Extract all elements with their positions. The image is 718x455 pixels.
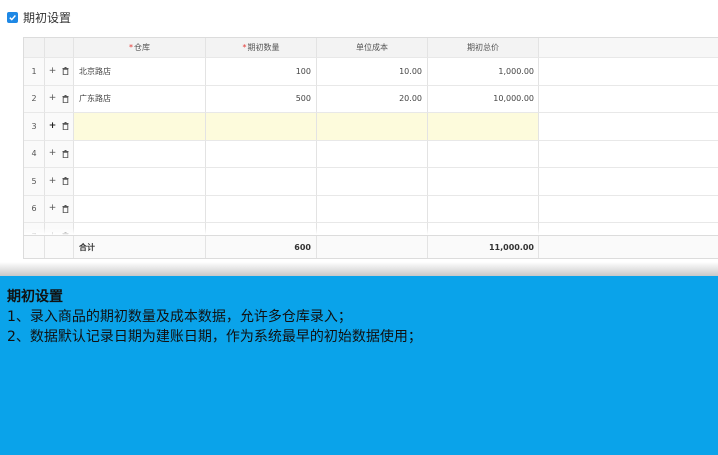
opening-total-cell[interactable]: 1,000.00 (428, 58, 539, 86)
row-actions: + (45, 85, 74, 113)
table-row[interactable]: 2 + 广东路店 500 20.00 10,000.00 (24, 85, 718, 113)
warehouse-cell[interactable] (74, 113, 206, 141)
row-number: 3 (24, 113, 45, 141)
row-filler (539, 86, 718, 113)
header-unit-cost[interactable]: 单位成本 (317, 38, 428, 58)
opening-qty-cell[interactable]: 100 (206, 58, 317, 86)
trash-icon[interactable] (62, 94, 69, 103)
unit-cost-cell[interactable] (317, 113, 428, 141)
row-filler (539, 168, 718, 196)
header-row-number (24, 38, 45, 58)
unit-cost-cell[interactable]: 10.00 (317, 58, 428, 86)
footer-actions (45, 236, 74, 258)
header-warehouse[interactable]: * 仓库 (74, 38, 206, 58)
add-row-icon[interactable]: + (49, 66, 57, 76)
opening-qty-cell[interactable] (206, 113, 317, 141)
panel-title: 期初设置 (23, 10, 72, 25)
footer-label: 合计 (74, 236, 206, 258)
required-mark: * (242, 43, 247, 52)
opening-total-cell[interactable] (428, 113, 539, 141)
row-filler (539, 141, 718, 168)
footer-qty-sum: 600 (206, 236, 317, 258)
footer-total-sum: 11,000.00 (428, 236, 539, 258)
row-actions: + (45, 113, 74, 141)
header-filler (539, 38, 718, 58)
opening-qty-cell[interactable] (206, 168, 317, 196)
opening-total-cell[interactable] (428, 195, 539, 223)
row-number: 1 (24, 58, 45, 86)
footer-filler (539, 236, 718, 258)
table-row[interactable]: 6 + (24, 195, 718, 223)
panel-header: 期初设置 (7, 8, 71, 26)
row-actions: + (45, 58, 74, 86)
row-filler (539, 58, 718, 86)
table-row[interactable]: 4 + (24, 140, 718, 168)
row-filler (539, 196, 718, 223)
opening-balance-grid: * 仓库 * 期初数量 单位成本 期初总价 1 + 北京路店 100 10.00 1,000.… (23, 37, 718, 259)
opening-total-cell[interactable] (428, 140, 539, 168)
add-row-icon[interactable]: + (49, 149, 57, 158)
description-line-1: 1、录入商品的期初数量及成本数据，允许多仓库录入； (7, 309, 352, 325)
opening-total-cell[interactable]: 10,000.00 (428, 85, 539, 113)
trash-icon[interactable] (62, 149, 69, 158)
add-row-icon[interactable]: + (49, 204, 57, 213)
trash-icon[interactable] (62, 177, 69, 186)
trash-icon[interactable] (62, 122, 69, 131)
description-title: 期初设置 (7, 289, 63, 305)
add-row-icon[interactable]: + (49, 176, 57, 186)
required-mark: * (129, 43, 133, 52)
add-row-icon[interactable]: + (49, 121, 57, 131)
grid-footer: 合计 600 11,000.00 (24, 235, 718, 258)
warehouse-cell[interactable]: 北京路店 (74, 58, 206, 86)
footer-unit-cost (317, 236, 428, 258)
trash-icon[interactable] (62, 204, 69, 213)
header-opening-total[interactable]: 期初总价 (428, 38, 539, 58)
row-actions: + (45, 195, 74, 223)
check-icon (9, 14, 16, 21)
opening-total-cell[interactable] (428, 168, 539, 196)
table-row[interactable]: 5 + (24, 168, 718, 196)
row-number: 5 (24, 168, 45, 196)
table-row[interactable]: 3 + (24, 113, 718, 141)
header-opening-qty[interactable]: * 期初数量 (206, 38, 317, 58)
header-actions (45, 38, 74, 58)
unit-cost-cell[interactable]: 20.00 (317, 85, 428, 113)
add-row-icon[interactable]: + (49, 94, 57, 103)
panel-shadow (0, 262, 718, 276)
row-filler (539, 113, 718, 141)
unit-cost-cell[interactable] (317, 140, 428, 168)
warehouse-cell[interactable] (74, 140, 206, 168)
warehouse-cell[interactable]: 广东路店 (74, 85, 206, 113)
row-number: 6 (24, 195, 45, 223)
footer-row-number (24, 236, 45, 258)
row-number: 2 (24, 85, 45, 113)
warehouse-cell[interactable] (74, 168, 206, 196)
opening-qty-cell[interactable] (206, 195, 317, 223)
opening-settings-checkbox[interactable] (7, 11, 18, 23)
unit-cost-cell[interactable] (317, 168, 428, 196)
row-actions: + (45, 168, 74, 196)
trash-icon[interactable] (62, 67, 69, 76)
description-line-2: 2、数据默认记录日期为建账日期，作为系统最早的初始数据使用； (7, 329, 422, 345)
opening-qty-cell[interactable] (206, 140, 317, 168)
opening-qty-cell[interactable]: 500 (206, 85, 317, 113)
row-actions: + (45, 140, 74, 168)
opening-settings-panel: 期初设置 * 仓库 * 期初数量 单位成本 期初总价 1 + 北京路店 100 10.00 1… (0, 0, 718, 268)
table-row[interactable]: 1 + 北京路店 100 10.00 1,000.00 (24, 58, 718, 86)
warehouse-cell[interactable] (74, 195, 206, 223)
row-number: 4 (24, 140, 45, 168)
grid-header: * 仓库 * 期初数量 单位成本 期初总价 (24, 38, 718, 58)
unit-cost-cell[interactable] (317, 195, 428, 223)
grid-scroll-fade (24, 228, 718, 235)
description-panel: 期初设置 1、录入商品的期初数量及成本数据，允许多仓库录入； 2、数据默认记录日… (0, 276, 718, 455)
